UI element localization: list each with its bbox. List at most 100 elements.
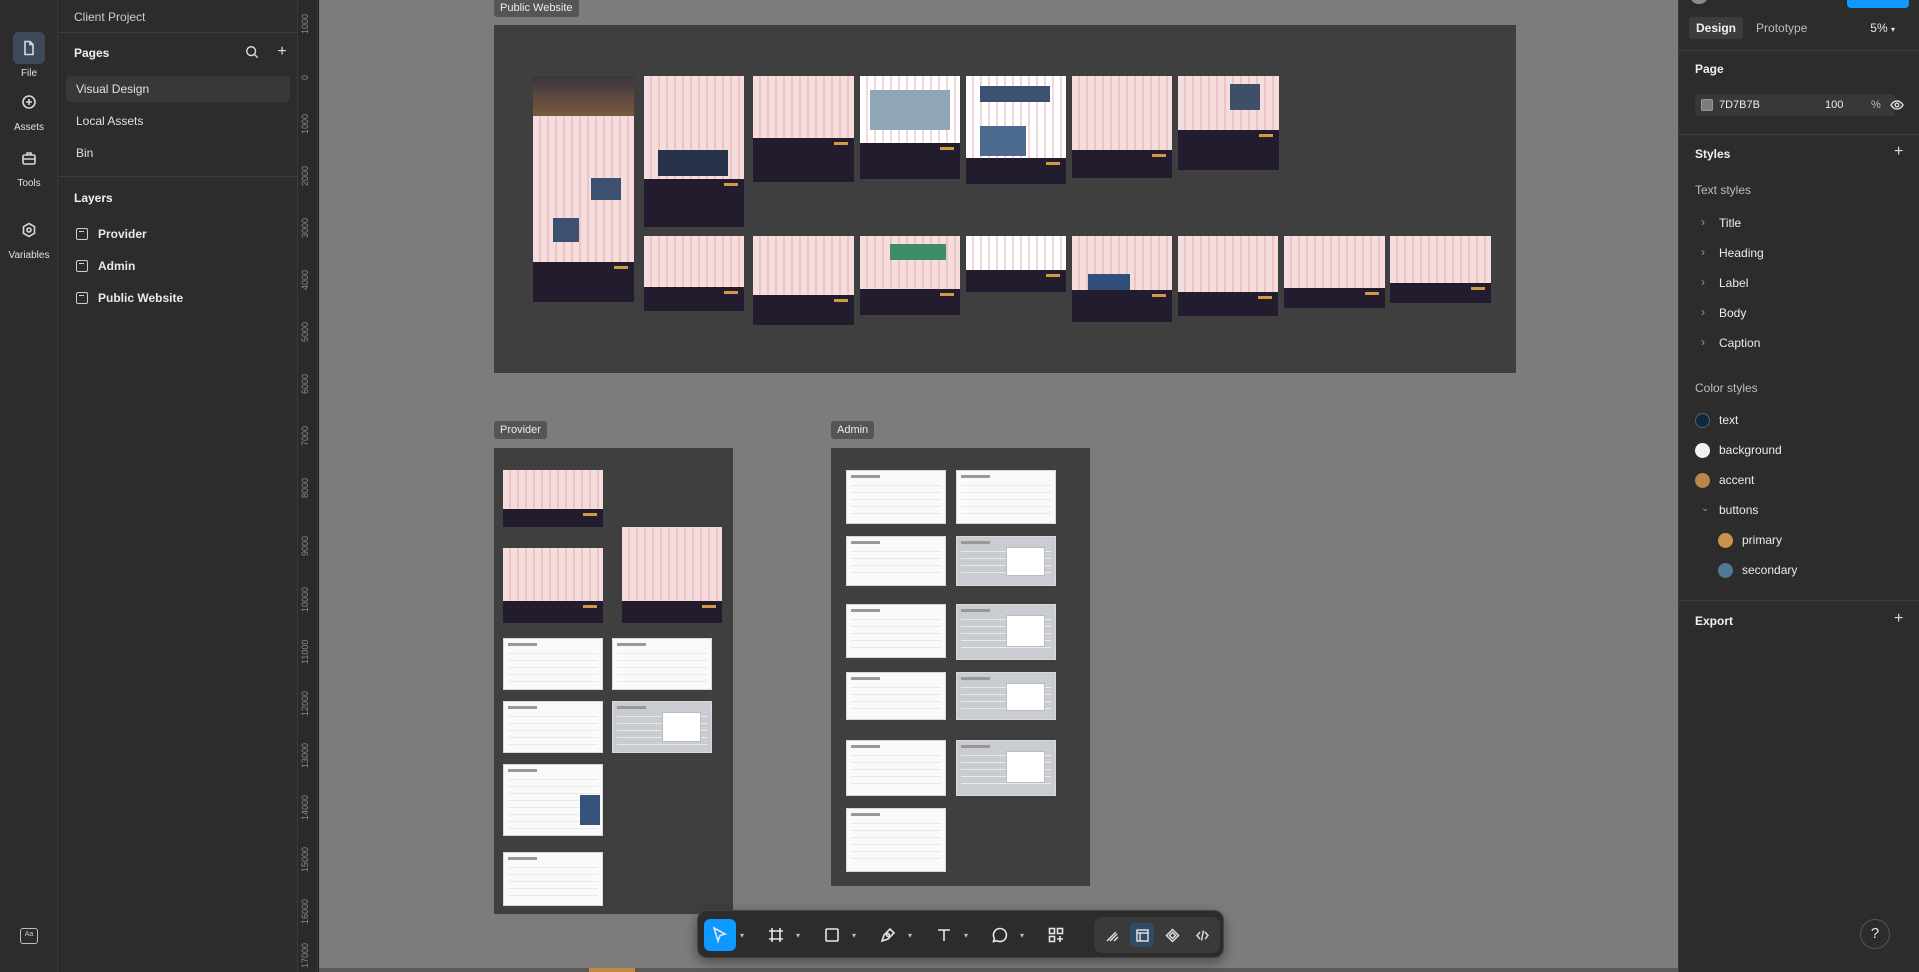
page-opacity[interactable]: 100 bbox=[1825, 99, 1843, 111]
screen-thumbnail[interactable] bbox=[503, 638, 603, 690]
color-style-text[interactable]: text bbox=[1695, 413, 1738, 428]
chevron-down-icon[interactable]: ▾ bbox=[852, 931, 856, 940]
screen-thumbnail[interactable] bbox=[503, 548, 603, 623]
text-style-label[interactable]: Label bbox=[1695, 275, 1748, 290]
dev-mode-button[interactable] bbox=[1190, 923, 1214, 947]
component-mode-button[interactable] bbox=[1160, 923, 1184, 947]
screen-thumbnail[interactable] bbox=[644, 236, 744, 311]
canvas[interactable]: Public Website Provider Admin bbox=[319, 0, 1678, 972]
search-pages-icon[interactable] bbox=[244, 44, 260, 60]
screen-thumbnail[interactable] bbox=[612, 638, 712, 690]
zoom-dropdown[interactable]: 5% ▾ bbox=[1870, 21, 1895, 35]
screen-thumbnail[interactable] bbox=[1072, 236, 1172, 322]
screen-thumbnail[interactable] bbox=[1178, 236, 1278, 316]
screen-thumbnail[interactable] bbox=[503, 764, 603, 836]
chevron-down-icon[interactable]: ▾ bbox=[908, 931, 912, 940]
text-settings-icon[interactable]: Aa bbox=[20, 928, 38, 944]
frame-public-website[interactable] bbox=[494, 25, 1516, 373]
actions-tool-button[interactable] bbox=[1040, 919, 1072, 951]
text-icon bbox=[938, 929, 950, 941]
tab-design[interactable]: Design bbox=[1689, 17, 1744, 39]
text-tool-button[interactable] bbox=[928, 919, 960, 951]
color-swatch[interactable] bbox=[1701, 99, 1713, 111]
text-style-heading[interactable]: Heading bbox=[1695, 245, 1764, 260]
screen-thumbnail[interactable] bbox=[846, 808, 946, 872]
add-page-icon[interactable]: + bbox=[274, 43, 290, 60]
rail-variables[interactable]: Variables bbox=[0, 214, 58, 261]
add-export-icon[interactable]: + bbox=[1894, 610, 1903, 628]
screen-thumbnail[interactable] bbox=[612, 701, 712, 753]
design-mode-button[interactable] bbox=[1130, 923, 1154, 947]
screen-thumbnail[interactable] bbox=[846, 604, 946, 658]
screen-thumbnail[interactable] bbox=[956, 470, 1056, 524]
layer-item-public-website[interactable]: Public Website bbox=[76, 288, 183, 308]
tab-prototype[interactable]: Prototype bbox=[1749, 17, 1814, 39]
screen-thumbnail[interactable] bbox=[622, 527, 722, 623]
chevron-down-icon: ▾ bbox=[1890, 25, 1895, 34]
screen-thumbnail[interactable] bbox=[753, 76, 854, 182]
screen-thumbnail[interactable] bbox=[644, 76, 744, 227]
screen-thumbnail[interactable] bbox=[966, 76, 1066, 184]
screen-thumbnail[interactable] bbox=[966, 236, 1066, 292]
screen-thumbnail[interactable] bbox=[753, 236, 854, 325]
frame-label-public-website[interactable]: Public Website bbox=[494, 0, 579, 17]
avatar[interactable] bbox=[1691, 0, 1707, 4]
add-style-icon[interactable]: + bbox=[1894, 143, 1903, 161]
screen-thumbnail[interactable] bbox=[956, 672, 1056, 720]
frame-tool-button[interactable] bbox=[760, 919, 792, 951]
layer-item-admin[interactable]: Admin bbox=[76, 256, 135, 276]
color-style-secondary[interactable]: secondary bbox=[1718, 563, 1797, 578]
page-item-visual-design[interactable]: Visual Design bbox=[66, 76, 290, 102]
screen-thumbnail[interactable] bbox=[846, 672, 946, 720]
frame-provider[interactable] bbox=[494, 448, 733, 914]
color-style-background[interactable]: background bbox=[1695, 443, 1782, 458]
page-color-hex[interactable]: 7D7B7B bbox=[1719, 99, 1760, 111]
layer-item-provider[interactable]: Provider bbox=[76, 224, 147, 244]
screen-thumbnail[interactable] bbox=[1390, 236, 1491, 303]
visibility-eye-icon[interactable] bbox=[1890, 98, 1904, 112]
screen-thumbnail[interactable] bbox=[533, 76, 634, 302]
share-button[interactable] bbox=[1847, 0, 1909, 8]
chevron-down-icon[interactable]: ▾ bbox=[740, 931, 744, 940]
draw-mode-button[interactable] bbox=[1100, 923, 1124, 947]
screen-thumbnail[interactable] bbox=[1072, 76, 1172, 178]
screen-thumbnail[interactable] bbox=[1178, 76, 1279, 170]
color-style-accent[interactable]: accent bbox=[1695, 473, 1754, 488]
screen-thumbnail[interactable] bbox=[846, 470, 946, 524]
screen-thumbnail[interactable] bbox=[860, 236, 960, 315]
project-name[interactable]: Client Project bbox=[74, 10, 145, 24]
screen-thumbnail[interactable] bbox=[860, 76, 960, 179]
screen-thumbnail[interactable] bbox=[956, 536, 1056, 586]
text-style-title[interactable]: Title bbox=[1695, 215, 1741, 230]
rail-file[interactable]: File bbox=[0, 32, 58, 79]
screen-thumbnail[interactable] bbox=[503, 852, 603, 906]
screen-thumbnail[interactable] bbox=[1284, 236, 1385, 308]
color-style-primary[interactable]: primary bbox=[1718, 533, 1782, 548]
text-style-caption[interactable]: Caption bbox=[1695, 335, 1760, 350]
right-panel: Design Prototype 5% ▾ Page 7D7B7B 100 % … bbox=[1678, 0, 1919, 972]
rail-tools[interactable]: Tools bbox=[0, 142, 58, 189]
page-item-bin[interactable]: Bin bbox=[66, 140, 290, 166]
color-group-buttons[interactable]: ⌄ buttons bbox=[1695, 503, 1758, 517]
screen-thumbnail[interactable] bbox=[503, 470, 603, 527]
screen-thumbnail[interactable] bbox=[956, 740, 1056, 796]
pen-tool-button[interactable] bbox=[872, 919, 904, 951]
chevron-down-icon[interactable]: ▾ bbox=[964, 931, 968, 940]
frame-label-provider[interactable]: Provider bbox=[494, 421, 547, 439]
chevron-down-icon[interactable]: ▾ bbox=[796, 931, 800, 940]
screen-thumbnail[interactable] bbox=[503, 701, 603, 753]
chevron-down-icon[interactable]: ▾ bbox=[1020, 931, 1024, 940]
help-button[interactable]: ? bbox=[1860, 919, 1890, 949]
text-style-body[interactable]: Body bbox=[1695, 305, 1746, 320]
frame-admin[interactable] bbox=[831, 448, 1090, 886]
screen-thumbnail[interactable] bbox=[846, 536, 946, 586]
frame-label-admin[interactable]: Admin bbox=[831, 421, 875, 439]
page-color-field[interactable]: 7D7B7B 100 % bbox=[1695, 94, 1895, 116]
move-tool-button[interactable] bbox=[704, 919, 736, 951]
screen-thumbnail[interactable] bbox=[846, 740, 946, 796]
rail-assets[interactable]: Assets bbox=[0, 86, 58, 133]
comment-tool-button[interactable] bbox=[984, 919, 1016, 951]
screen-thumbnail[interactable] bbox=[956, 604, 1056, 660]
page-item-local-assets[interactable]: Local Assets bbox=[66, 108, 290, 134]
rectangle-tool-button[interactable] bbox=[816, 919, 848, 951]
